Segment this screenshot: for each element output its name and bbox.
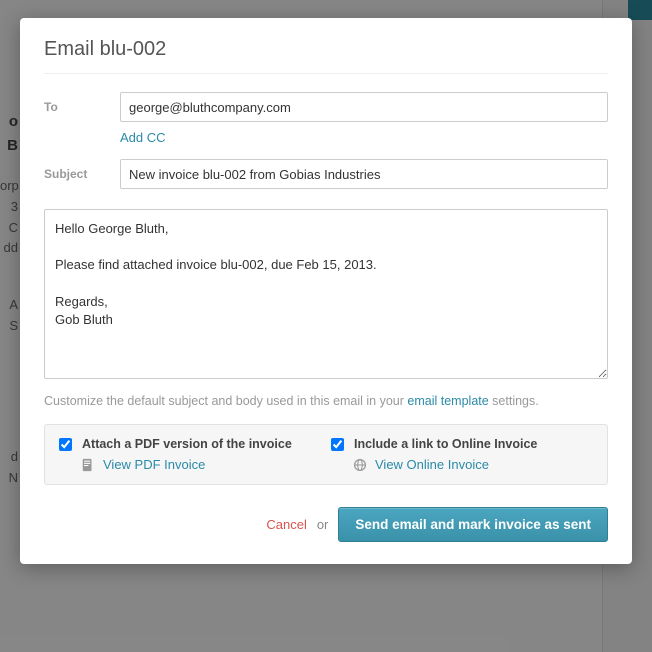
send-email-button[interactable]: Send email and mark invoice as sent (338, 507, 608, 542)
include-link-col: Include a link to Online Invoice View On… (331, 437, 593, 472)
helper-suffix: settings. (489, 394, 539, 408)
globe-icon (353, 458, 367, 472)
to-row: To (44, 92, 608, 122)
to-input[interactable] (120, 92, 608, 122)
attach-pdf-checkbox[interactable] (59, 438, 72, 451)
email-modal: Email blu-002 To Add CC Subject Customiz… (20, 18, 632, 564)
subject-label: Subject (44, 167, 120, 181)
email-template-link[interactable]: email template (407, 394, 488, 408)
include-link-label: Include a link to Online Invoice (354, 437, 537, 451)
cancel-button[interactable]: Cancel (266, 517, 306, 532)
or-text: or (317, 517, 329, 532)
attach-pdf-label: Attach a PDF version of the invoice (82, 437, 292, 451)
email-body-textarea[interactable] (44, 209, 608, 379)
include-link-checkbox[interactable] (331, 438, 344, 451)
to-label: To (44, 100, 120, 114)
modal-footer: Cancel or Send email and mark invoice as… (44, 507, 608, 542)
add-cc-link[interactable]: Add CC (120, 130, 166, 145)
attach-pdf-col: Attach a PDF version of the invoice View… (59, 437, 321, 472)
subject-input[interactable] (120, 159, 608, 189)
attachment-options: Attach a PDF version of the invoice View… (44, 424, 608, 485)
view-online-link[interactable]: View Online Invoice (375, 457, 489, 472)
subject-row: Subject (44, 159, 608, 189)
view-pdf-link[interactable]: View PDF Invoice (103, 457, 205, 472)
modal-title: Email blu-002 (44, 38, 608, 74)
helper-text: Customize the default subject and body u… (44, 394, 608, 408)
helper-prefix: Customize the default subject and body u… (44, 394, 407, 408)
pdf-icon (81, 458, 95, 472)
